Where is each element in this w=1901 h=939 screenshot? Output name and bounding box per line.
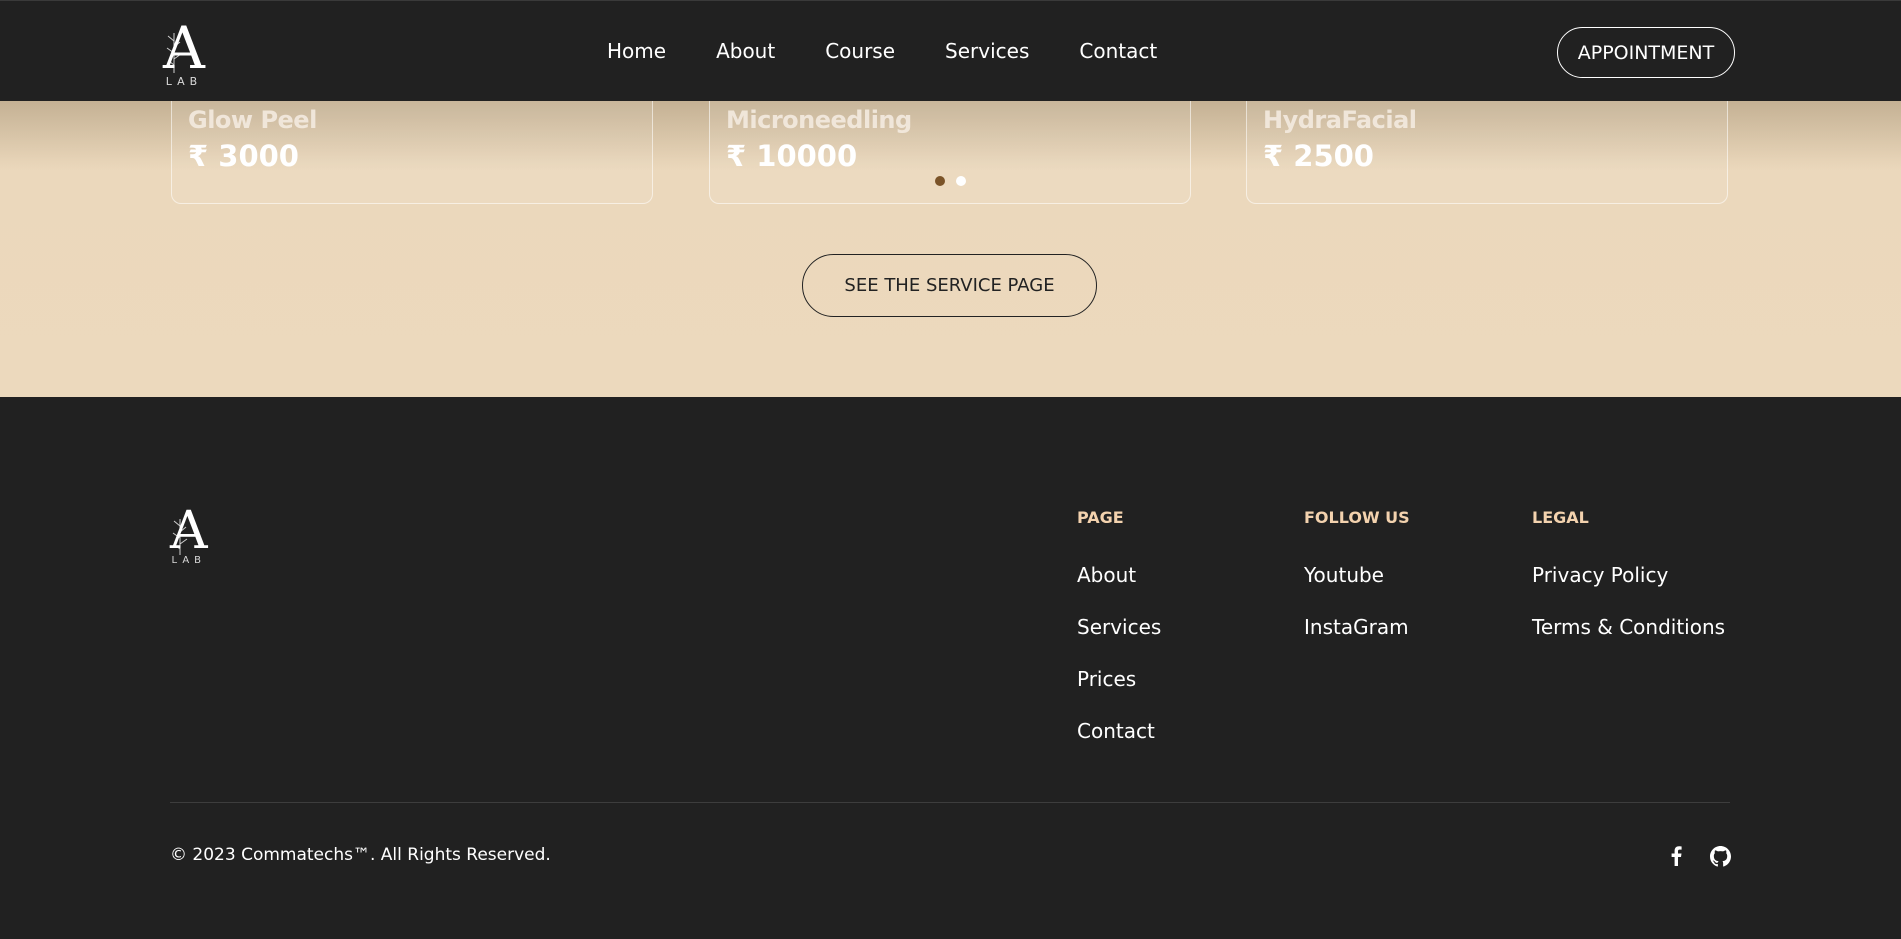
nav-contact[interactable]: Contact	[1079, 39, 1157, 63]
footer-link-privacy[interactable]: Privacy Policy	[1532, 563, 1725, 587]
footer-link-youtube[interactable]: Youtube	[1304, 563, 1410, 587]
service-price: ₹ 2500	[1263, 139, 1374, 173]
nav-home[interactable]: Home	[607, 39, 666, 63]
facebook-icon[interactable]	[1665, 845, 1687, 867]
footer-link-instagram[interactable]: InstaGram	[1304, 615, 1410, 639]
carousel-dot[interactable]	[956, 176, 966, 186]
main-nav: Home About Course Services Contact	[607, 39, 1157, 63]
footer-heading: LEGAL	[1532, 508, 1589, 527]
service-name: Glow Peel	[188, 106, 317, 134]
footer-logo[interactable]: A LAB	[170, 505, 208, 566]
footer-column-legal: LEGAL Privacy Policy Terms & Conditions	[1532, 508, 1725, 667]
appointment-button[interactable]: APPOINTMENT	[1557, 27, 1735, 78]
footer-link-about[interactable]: About	[1077, 563, 1161, 587]
copyright-text: © 2023 Commatechs™. All Rights Reserved.	[170, 845, 551, 865]
see-service-page-button[interactable]: SEE THE SERVICE PAGE	[802, 254, 1097, 317]
logo-letter: A	[170, 501, 208, 561]
service-price: ₹ 10000	[726, 139, 858, 173]
service-name: HydraFacial	[1263, 106, 1417, 134]
service-price: ₹ 3000	[188, 139, 299, 173]
footer-link-services[interactable]: Services	[1077, 615, 1161, 639]
carousel-dot-active[interactable]	[935, 176, 945, 186]
footer-link-prices[interactable]: Prices	[1077, 667, 1161, 691]
nav-about[interactable]: About	[716, 39, 775, 63]
footer-divider	[170, 802, 1730, 803]
header-logo[interactable]: A LAB	[163, 19, 205, 88]
site-header: A LAB Home About Course Services Contact…	[0, 0, 1901, 101]
service-name: Microneedling	[726, 106, 912, 134]
service-card[interactable]: Glow Peel ₹ 3000	[171, 101, 653, 204]
nav-course[interactable]: Course	[825, 39, 895, 63]
footer-column-follow: FOLLOW US Youtube InstaGram	[1304, 508, 1410, 667]
carousel-dots	[935, 176, 966, 186]
logo-letter: A	[163, 14, 205, 82]
github-icon[interactable]	[1709, 845, 1731, 867]
footer-link-terms[interactable]: Terms & Conditions	[1532, 615, 1725, 639]
footer-heading: PAGE	[1077, 508, 1124, 527]
footer-link-contact[interactable]: Contact	[1077, 719, 1161, 743]
service-card[interactable]: Microneedling ₹ 10000	[709, 101, 1191, 204]
services-section: Glow Peel ₹ 3000 Microneedling ₹ 10000 H…	[0, 101, 1901, 397]
footer-column-page: PAGE About Services Prices Contact	[1077, 508, 1161, 771]
footer-heading: FOLLOW US	[1304, 508, 1410, 527]
service-card[interactable]: HydraFacial ₹ 2500	[1246, 101, 1728, 204]
nav-services[interactable]: Services	[945, 39, 1029, 63]
